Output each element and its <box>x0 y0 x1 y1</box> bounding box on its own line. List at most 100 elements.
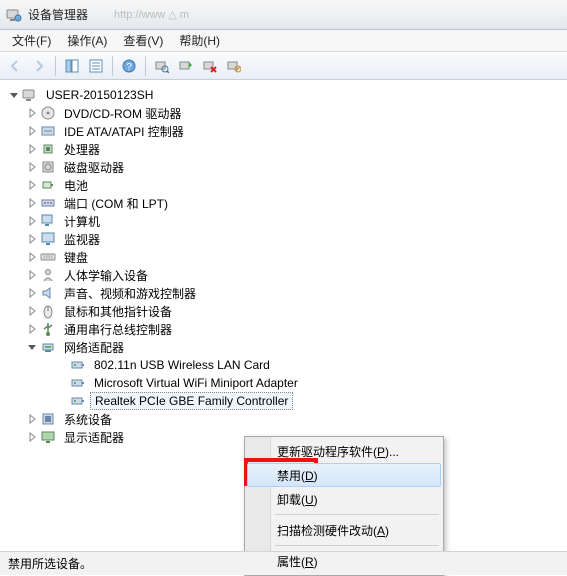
tree-item-label: USER-20150123SH <box>42 87 157 103</box>
view-toggle-button[interactable] <box>61 55 83 77</box>
tree-category[interactable]: 磁盘驱动器 <box>4 158 563 176</box>
tree-item-label: IDE ATA/ATAPI 控制器 <box>60 122 188 141</box>
computer-icon <box>40 213 56 229</box>
context-menu-scan[interactable]: 扫描检测硬件改动(A) <box>247 518 441 542</box>
tree-category[interactable]: 监视器 <box>4 230 563 248</box>
net-adapter-icon <box>70 393 86 409</box>
expand-icon[interactable] <box>26 431 38 443</box>
tree-item-label: 802.11n USB Wireless LAN Card <box>90 357 274 373</box>
expand-icon[interactable] <box>26 107 38 119</box>
view-list-button[interactable] <box>85 55 107 77</box>
tree-item-label: 声音、视频和游戏控制器 <box>60 284 200 303</box>
ide-icon <box>40 123 56 139</box>
status-text: 禁用所选设备。 <box>8 555 92 572</box>
hid-icon <box>40 267 56 283</box>
tree-category[interactable]: 鼠标和其他指针设备 <box>4 302 563 320</box>
tree-category[interactable]: 处理器 <box>4 140 563 158</box>
toolbar-separator <box>112 56 113 76</box>
monitor-icon <box>40 231 56 247</box>
tree-device[interactable]: 802.11n USB Wireless LAN Card <box>4 356 563 374</box>
tree-item-label: 处理器 <box>60 140 104 159</box>
uninstall-button[interactable] <box>199 55 221 77</box>
scan-hardware-button[interactable] <box>151 55 173 77</box>
expand-icon[interactable] <box>26 161 38 173</box>
usb-icon <box>40 321 56 337</box>
tree-item-label: 人体学输入设备 <box>60 266 152 285</box>
help-button[interactable]: ? <box>118 55 140 77</box>
expand-icon[interactable] <box>26 305 38 317</box>
app-icon <box>6 7 22 23</box>
tree-category[interactable]: 键盘 <box>4 248 563 266</box>
tree-item-label: 磁盘驱动器 <box>60 158 128 177</box>
context-menu-properties[interactable]: 属性(R) <box>247 549 441 573</box>
tree-item-label: Realtek PCIe GBE Family Controller <box>90 392 293 410</box>
expand-icon[interactable] <box>26 413 38 425</box>
context-menu-disable[interactable]: 禁用(D) <box>247 463 441 487</box>
system-icon <box>40 411 56 427</box>
root-icon <box>22 87 38 103</box>
tree-item-label: 键盘 <box>60 248 92 267</box>
tree-category[interactable]: 端口 (COM 和 LPT) <box>4 194 563 212</box>
tree-category[interactable]: 系统设备 <box>4 410 563 428</box>
toolbar-separator <box>55 56 56 76</box>
expand-icon[interactable] <box>26 251 38 263</box>
display-icon <box>40 429 56 445</box>
tree-item-label: 鼠标和其他指针设备 <box>60 302 176 321</box>
svg-text:?: ? <box>126 62 132 73</box>
menu-file[interactable]: 文件(F) <box>4 30 59 51</box>
menu-view[interactable]: 查看(V) <box>115 30 171 51</box>
tree-category[interactable]: DVD/CD-ROM 驱动器 <box>4 104 563 122</box>
tree-item-label: 网络适配器 <box>60 338 128 357</box>
background-url-hint: http://www △ m <box>114 8 189 21</box>
mouse-icon <box>40 303 56 319</box>
tree-item-label: 通用串行总线控制器 <box>60 320 176 339</box>
collapse-icon[interactable] <box>26 341 38 353</box>
window-title: 设备管理器 <box>28 6 88 23</box>
context-menu-uninstall[interactable]: 卸载(U) <box>247 487 441 511</box>
disable-button[interactable] <box>223 55 245 77</box>
expand-icon[interactable] <box>26 287 38 299</box>
toolbar-separator <box>145 56 146 76</box>
tree-device[interactable]: Microsoft Virtual WiFi Miniport Adapter <box>4 374 563 392</box>
net-adapter-icon <box>70 375 86 391</box>
tree-category[interactable]: 声音、视频和游戏控制器 <box>4 284 563 302</box>
tree-category[interactable]: 电池 <box>4 176 563 194</box>
back-button[interactable] <box>4 55 26 77</box>
port-icon <box>40 195 56 211</box>
forward-button[interactable] <box>28 55 50 77</box>
tree-item-label: Microsoft Virtual WiFi Miniport Adapter <box>90 375 302 391</box>
tree-category[interactable]: 网络适配器 <box>4 338 563 356</box>
context-menu: 更新驱动程序软件(P)... 禁用(D) 卸载(U) 扫描检测硬件改动(A) 属… <box>244 436 444 576</box>
tree-item-label: DVD/CD-ROM 驱动器 <box>60 104 185 123</box>
menu-bar: 文件(F) 操作(A) 查看(V) 帮助(H) <box>0 30 567 52</box>
tree-category[interactable]: IDE ATA/ATAPI 控制器 <box>4 122 563 140</box>
menu-action[interactable]: 操作(A) <box>59 30 115 51</box>
tree-device[interactable]: Realtek PCIe GBE Family Controller <box>4 392 563 410</box>
sound-icon <box>40 285 56 301</box>
tree-root[interactable]: USER-20150123SH <box>4 86 563 104</box>
expand-icon[interactable] <box>26 125 38 137</box>
collapse-icon[interactable] <box>8 89 20 101</box>
expand-icon[interactable] <box>26 215 38 227</box>
expand-icon[interactable] <box>26 143 38 155</box>
disk-icon <box>40 159 56 175</box>
update-driver-button[interactable] <box>175 55 197 77</box>
tree-category[interactable]: 计算机 <box>4 212 563 230</box>
tree-item-label: 端口 (COM 和 LPT) <box>60 194 172 213</box>
context-menu-update-driver[interactable]: 更新驱动程序软件(P)... <box>247 439 441 463</box>
expand-icon[interactable] <box>26 179 38 191</box>
expand-icon[interactable] <box>26 233 38 245</box>
context-menu-separator <box>275 514 439 515</box>
expand-icon[interactable] <box>26 269 38 281</box>
tree-category[interactable]: 人体学输入设备 <box>4 266 563 284</box>
expand-icon[interactable] <box>26 323 38 335</box>
menu-help[interactable]: 帮助(H) <box>171 30 228 51</box>
tree-item-label: 计算机 <box>60 212 104 231</box>
keyboard-icon <box>40 249 56 265</box>
tree-item-label: 显示适配器 <box>60 428 128 447</box>
tree-item-label: 电池 <box>60 176 92 195</box>
title-bar: 设备管理器 http://www △ m <box>0 0 567 30</box>
expand-icon[interactable] <box>26 197 38 209</box>
disc-icon <box>40 105 56 121</box>
tree-category[interactable]: 通用串行总线控制器 <box>4 320 563 338</box>
